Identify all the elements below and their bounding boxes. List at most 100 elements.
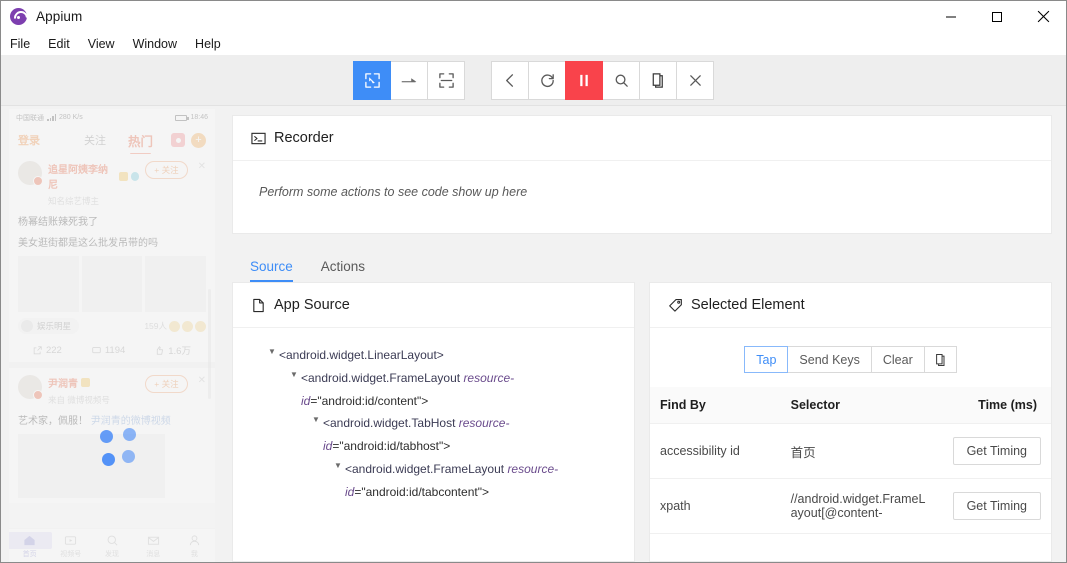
selected-element-title: Selected Element <box>691 297 805 313</box>
chevron-down-icon[interactable]: ▼ <box>331 458 345 473</box>
menu-item-window[interactable]: Window <box>133 35 186 53</box>
get-timing-button[interactable]: Get Timing <box>953 492 1041 520</box>
level-badge-icon <box>131 172 140 181</box>
device-screen[interactable]: 中国联通 280 K/s 18:46 登录 关注 热门 + <box>9 109 215 562</box>
tree-node[interactable]: ▼ <android.widget.LinearLayout> <box>243 344 624 367</box>
app-source-tree[interactable]: ▼ <android.widget.LinearLayout> ▼ <andro… <box>233 328 634 561</box>
feed-post[interactable]: 追星阿姨李纳尼 知名综艺博主 + 关注 ✕ 杨幂结账辣死我了 美女逛街都是这么批… <box>9 154 215 362</box>
crosshair-frame-icon[interactable] <box>427 61 465 100</box>
cell-selector: 首页 <box>781 424 941 479</box>
select-element-button[interactable] <box>353 61 391 100</box>
app-source-title: App Source <box>274 297 350 313</box>
video-icon <box>64 534 77 547</box>
table-row: xpath //android.widget.FrameLayout[@cont… <box>650 479 1051 534</box>
post-chip-row: 娱乐明星 159人 <box>18 318 206 334</box>
follow-button[interactable]: + 关注 <box>145 375 187 393</box>
post-author-subtitle: 来自 微博视频号 <box>48 395 110 405</box>
avatar[interactable] <box>18 375 42 399</box>
clear-button[interactable]: Clear <box>871 346 925 373</box>
chevron-down-icon[interactable]: ▼ <box>309 412 323 427</box>
inspector-toolbar <box>1 55 1066 106</box>
copy-icon[interactable] <box>639 61 677 100</box>
nav-item-home[interactable]: 首页 <box>9 534 50 559</box>
share-icon <box>33 346 42 355</box>
comment-icon <box>92 346 101 355</box>
toolbar-group-session <box>491 61 714 100</box>
plus-icon[interactable]: + <box>191 133 206 148</box>
swipe-arrow-icon[interactable] <box>390 61 428 100</box>
follow-button[interactable]: + 关注 <box>145 161 187 179</box>
selected-element-table-wrap[interactable]: Find By Selector Time (ms) accessibility… <box>650 387 1051 561</box>
menu-item-edit[interactable]: Edit <box>48 35 79 53</box>
device-bottom-nav: 首页 视频号 发现 消息 <box>9 528 215 562</box>
source-actions-tabs: Source Actions <box>232 234 1052 282</box>
post-author-name[interactable]: 追星阿姨李纳尼 <box>48 161 139 191</box>
post-video-thumb[interactable] <box>18 434 165 498</box>
cell-find-by: xpath <box>650 479 781 534</box>
refresh-icon[interactable] <box>528 61 566 100</box>
battery-icon <box>175 115 187 121</box>
pause-icon[interactable] <box>565 61 603 100</box>
recorder-empty-message: Perform some actions to see code show up… <box>233 161 1051 233</box>
post-image-grid[interactable] <box>18 256 206 312</box>
share-stat[interactable]: 222 <box>33 345 62 356</box>
comment-stat[interactable]: 1194 <box>92 345 125 356</box>
copy-icon <box>934 353 947 367</box>
post-topic-chip[interactable]: 娱乐明星 <box>18 318 79 334</box>
nav-item-profile[interactable]: 我 <box>174 534 215 559</box>
post-author-name[interactable]: 尹润青 <box>48 375 139 390</box>
device-tab-hot[interactable]: 热门 <box>128 131 153 150</box>
data-rate-label: 280 K/s <box>59 114 83 121</box>
maximize-icon[interactable] <box>974 1 1020 32</box>
menu-item-help[interactable]: Help <box>195 35 230 53</box>
nav-item-discover[interactable]: 发现 <box>91 534 132 559</box>
device-tab-bar: 登录 关注 热门 + <box>9 126 215 154</box>
close-x-icon[interactable] <box>676 61 714 100</box>
mail-icon <box>147 534 160 547</box>
table-row: accessibility id 首页 Get Timing <box>650 424 1051 479</box>
chevron-down-icon[interactable]: ▼ <box>287 367 301 382</box>
tab-actions[interactable]: Actions <box>321 259 365 282</box>
tab-source[interactable]: Source <box>250 259 293 282</box>
close-icon[interactable] <box>1020 1 1066 32</box>
tree-node[interactable]: ▼ <android.widget.FrameLayout resource-i… <box>243 458 624 504</box>
copy-attributes-button[interactable] <box>924 346 957 373</box>
post-viewers: 159人 <box>144 320 206 332</box>
post-video-link[interactable]: 尹润青的微博视频 <box>91 416 171 427</box>
nav-item-video[interactable]: 视频号 <box>50 534 91 559</box>
app-source-header: App Source <box>233 283 634 328</box>
minimize-icon[interactable] <box>928 1 974 32</box>
tree-node[interactable]: ▼ <android.widget.FrameLayout resource-i… <box>243 367 624 413</box>
device-tab-follow[interactable]: 关注 <box>84 132 106 148</box>
loading-spinner-icon <box>98 428 138 468</box>
dismiss-post-icon[interactable]: ✕ <box>198 161 206 172</box>
cell-selector: //android.widget.FrameLayout[@content- <box>781 479 941 534</box>
avatar[interactable] <box>18 161 42 185</box>
nav-item-message[interactable]: 消息 <box>133 534 174 559</box>
device-tab-login[interactable]: 登录 <box>18 132 40 148</box>
appium-logo-icon <box>10 8 27 25</box>
file-icon <box>251 298 266 313</box>
device-scrollbar[interactable] <box>208 289 211 399</box>
arrow-left-icon[interactable] <box>491 61 529 100</box>
th-selector: Selector <box>781 387 941 424</box>
dismiss-post-icon[interactable]: ✕ <box>198 375 206 386</box>
menu-item-view[interactable]: View <box>88 35 124 53</box>
device-screenshot-pane[interactable]: 中国联通 280 K/s 18:46 登录 关注 热门 + <box>1 106 223 562</box>
tree-node[interactable]: ▼ <android.widget.TabHost resource-id="a… <box>243 412 624 458</box>
window-controls <box>928 1 1066 32</box>
tap-button[interactable]: Tap <box>744 346 788 373</box>
menu-item-file[interactable]: File <box>10 35 39 53</box>
get-timing-button[interactable]: Get Timing <box>953 437 1041 465</box>
like-stat[interactable]: 1.6万 <box>155 343 191 357</box>
live-badge-icon[interactable] <box>171 133 185 147</box>
recorder-panel: Recorder Perform some actions to see cod… <box>232 115 1052 234</box>
title-bar: Appium <box>1 1 1066 32</box>
inspector-main-pane: Recorder Perform some actions to see cod… <box>223 106 1066 562</box>
cell-time: Get Timing <box>941 424 1051 479</box>
search-icon[interactable] <box>602 61 640 100</box>
send-keys-button[interactable]: Send Keys <box>787 346 871 373</box>
device-status-bar: 中国联通 280 K/s 18:46 <box>9 109 215 126</box>
home-icon <box>23 534 36 547</box>
chevron-down-icon[interactable]: ▼ <box>265 344 279 359</box>
